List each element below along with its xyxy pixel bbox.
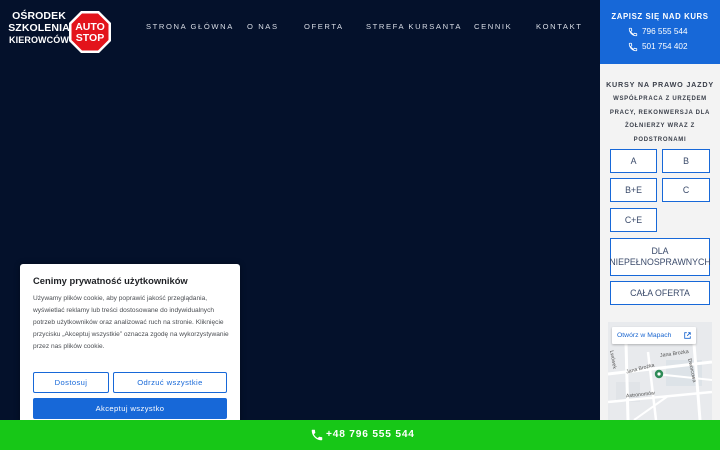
location-map[interactable]: Lwówek Jana Brożka Jana Brożka Dworcowa … — [608, 322, 712, 420]
cookie-description: Używamy plików cookie, aby poprawić jako… — [33, 295, 229, 350]
nav-home[interactable]: STRONA GŁÓWNA — [146, 22, 234, 31]
cookie-consent-dialog: Cenimy prywatność użytkowników Używamy p… — [20, 264, 240, 424]
all-offer-button[interactable]: CAŁA OFERTA — [610, 281, 710, 305]
phone-number-2: 501 754 402 — [642, 42, 688, 51]
map-pin-icon — [654, 369, 664, 379]
category-ce-button[interactable]: C+E — [610, 208, 657, 232]
customize-button[interactable]: Dostosuj — [33, 372, 109, 393]
logo-line-2: SZKOLENIA — [8, 22, 70, 34]
badge-line-2: STOP — [76, 32, 104, 44]
auto-stop-badge-icon: AUTO STOP — [69, 11, 111, 53]
open-in-maps-label: Otwórz w Mapach — [617, 332, 672, 339]
phone-number-1: 796 555 544 — [642, 27, 688, 36]
phone-icon — [628, 27, 638, 37]
logo-text: OŚRODEK SZKOLENIA KIEROWCÓW — [8, 10, 70, 46]
main-navigation: STRONA GŁÓWNA O NAS OFERTA STREFA KURSAN… — [130, 22, 590, 36]
category-b-button[interactable]: B — [662, 149, 710, 173]
category-c-button[interactable]: C — [662, 178, 710, 202]
call-bar[interactable]: +48 796 555 544 — [0, 420, 720, 450]
category-a-button[interactable]: A — [610, 149, 657, 173]
cookie-title: Cenimy prywatność użytkowników — [33, 275, 188, 286]
open-in-maps-button[interactable]: Otwórz w Mapach — [612, 327, 696, 344]
call-phone-number: +48 796 555 544 — [326, 429, 415, 440]
site-logo[interactable]: OŚRODEK SZKOLENIA KIEROWCÓW AUTO STOP — [8, 10, 112, 54]
logo-line-1: OŚRODEK — [12, 10, 66, 22]
category-be-button[interactable]: B+E — [610, 178, 657, 202]
nav-contact[interactable]: KONTAKT — [536, 22, 583, 31]
nav-student-zone[interactable]: STREFA KURSANTA — [366, 22, 462, 31]
accept-all-button[interactable]: Akceptuj wszystko — [33, 398, 227, 419]
courses-title: KURSY NA PRAWO JAZDY — [606, 80, 714, 89]
signup-title: ZAPISZ SIĘ NAD KURS — [611, 12, 709, 21]
external-link-icon — [684, 332, 691, 339]
signup-box: ZAPISZ SIĘ NAD KURS 796 555 544 501 754 … — [600, 0, 720, 64]
disabled-course-button[interactable]: DLA NIEPEŁNOSPRAWNYCH — [609, 238, 711, 276]
nav-about[interactable]: O NAS — [247, 22, 279, 31]
sidebar: ZAPISZ SIĘ NAD KURS 796 555 544 501 754 … — [600, 0, 720, 420]
logo-line-3: KIEROWCÓW — [9, 35, 69, 45]
courses-subtitle: WSPÓŁPRACA Z URZĘDEM PRACY, REKONWERSJA … — [609, 96, 711, 143]
phone-icon — [628, 42, 638, 52]
phone-icon — [311, 429, 323, 441]
nav-offer[interactable]: OFERTA — [304, 22, 344, 31]
nav-pricing[interactable]: CENNIK — [474, 22, 512, 31]
reject-all-button[interactable]: Odrzuć wszystkie — [113, 372, 227, 393]
